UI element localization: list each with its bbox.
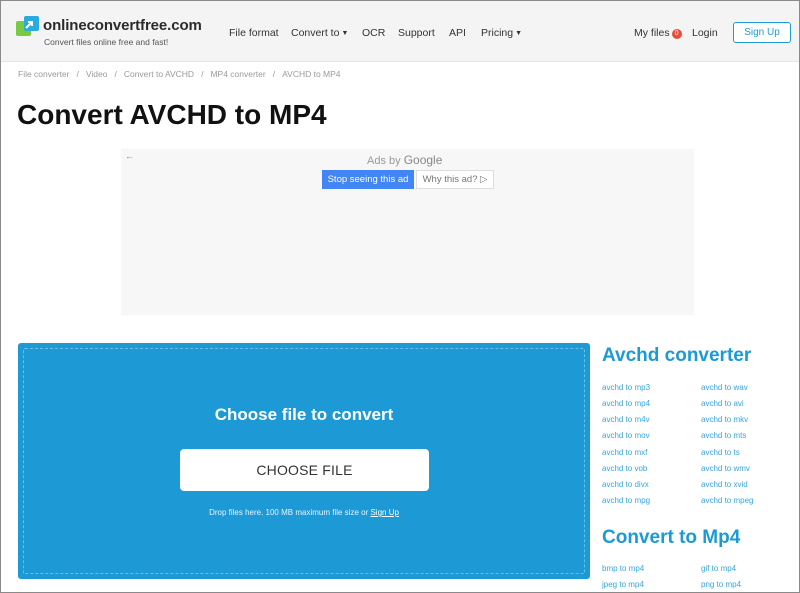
sidebar-link[interactable]: jpeg to mp4 bbox=[602, 580, 644, 589]
files-count-badge: 0 bbox=[671, 29, 682, 39]
sidebar-link[interactable]: avchd to wmv bbox=[701, 464, 750, 473]
nav-label: Convert to bbox=[291, 27, 340, 39]
sidebar-link[interactable]: avchd to vob bbox=[602, 464, 647, 473]
logo-icon bbox=[16, 16, 39, 36]
chevron-down-icon: ▼ bbox=[515, 30, 523, 37]
google-label: Google bbox=[403, 153, 443, 167]
ads-by-google: Ads by Google bbox=[367, 153, 442, 167]
ads-by-label: Ads by bbox=[367, 155, 401, 167]
why-this-ad-button[interactable]: Why this ad? ▷ bbox=[416, 170, 494, 189]
nav-support[interactable]: Support bbox=[398, 27, 435, 39]
sidebar-link[interactable]: avchd to ts bbox=[701, 448, 740, 457]
nav-convert-to[interactable]: Convert to ▼ bbox=[291, 27, 348, 39]
my-files-link[interactable]: My files 0 bbox=[634, 27, 682, 39]
back-arrow-icon[interactable]: ← bbox=[125, 151, 134, 161]
login-label: Login bbox=[692, 27, 718, 39]
sidebar-link[interactable]: avchd to mpg bbox=[602, 496, 650, 505]
nav-label: File format bbox=[229, 27, 279, 39]
signup-link[interactable]: Sign Up bbox=[370, 508, 398, 517]
site-header: onlineconvertfree.com Convert files onli… bbox=[1, 1, 799, 62]
my-files-label: My files bbox=[634, 27, 670, 39]
nav-file-format[interactable]: File format bbox=[229, 27, 279, 39]
choose-file-heading: Choose file to convert bbox=[214, 405, 394, 424]
nav-pricing[interactable]: Pricing ▼ bbox=[481, 27, 522, 39]
stop-seeing-ad-button[interactable]: Stop seeing this ad bbox=[322, 170, 414, 189]
sidebar-link[interactable]: avchd to m4v bbox=[602, 415, 650, 424]
login-link[interactable]: Login bbox=[692, 27, 718, 39]
sidebar-link[interactable]: avchd to mp3 bbox=[602, 383, 650, 392]
sidebar-link[interactable]: avchd to mts bbox=[701, 431, 746, 440]
sidebar-link[interactable]: avchd to xvid bbox=[701, 480, 748, 489]
breadcrumb: File converter / Video / Convert to AVCHD / MP… bbox=[18, 69, 341, 79]
breadcrumb-item[interactable]: File converter bbox=[18, 69, 70, 79]
breadcrumb-item[interactable]: Video bbox=[86, 69, 108, 79]
sidebar-link[interactable]: avchd to divx bbox=[602, 480, 649, 489]
nav-label: Support bbox=[398, 27, 435, 39]
file-drop-zone[interactable]: Choose file to convert CHOOSE FILE Drop … bbox=[18, 343, 590, 579]
sidebar-link[interactable]: avchd to mov bbox=[602, 431, 650, 440]
sidebar-link[interactable]: png to mp4 bbox=[701, 580, 741, 589]
drop-note: Drop files here. 100 MB maximum file siz… bbox=[18, 508, 590, 517]
sidebar-link[interactable]: avchd to mkv bbox=[701, 415, 748, 424]
sidebar-link[interactable]: avchd to mxf bbox=[602, 448, 647, 457]
site-name: onlineconvertfree.com bbox=[43, 17, 202, 34]
sidebar-link[interactable]: bmp to mp4 bbox=[602, 564, 644, 573]
breadcrumb-current: AVCHD to MP4 bbox=[282, 69, 341, 79]
page-title: Convert AVCHD to MP4 bbox=[17, 99, 327, 130]
ad-banner: ← Ads by Google Stop seeing this ad Why … bbox=[121, 149, 694, 315]
nav-api[interactable]: API bbox=[449, 27, 466, 39]
nav-label: API bbox=[449, 27, 466, 39]
sidebar-link[interactable]: gif to mp4 bbox=[701, 564, 736, 573]
breadcrumb-item[interactable]: MP4 converter bbox=[210, 69, 265, 79]
sidebar-link[interactable]: avchd to mp4 bbox=[602, 399, 650, 408]
convert-to-mp4-heading: Convert to Mp4 bbox=[602, 527, 741, 548]
nav-label: OCR bbox=[362, 27, 386, 39]
chevron-down-icon: ▼ bbox=[341, 30, 349, 37]
sidebar-link[interactable]: avchd to mpeg bbox=[701, 496, 753, 505]
sidebar-link[interactable]: avchd to avi bbox=[701, 399, 744, 408]
nav-ocr[interactable]: OCR bbox=[362, 27, 385, 39]
site-logo[interactable]: onlineconvertfree.com Convert files onli… bbox=[16, 16, 202, 50]
choose-file-button[interactable]: CHOOSE FILE bbox=[180, 449, 429, 491]
drop-note-text: Drop files here. 100 MB maximum file siz… bbox=[209, 508, 371, 517]
nav-label: Pricing bbox=[481, 27, 514, 39]
sidebar-link[interactable]: avchd to wav bbox=[701, 383, 748, 392]
site-tagline: Convert files online free and fast! bbox=[44, 37, 169, 47]
breadcrumb-item[interactable]: Convert to AVCHD bbox=[124, 69, 194, 79]
signup-button[interactable]: Sign Up bbox=[733, 22, 791, 43]
avchd-converter-heading: Avchd converter bbox=[602, 345, 752, 366]
